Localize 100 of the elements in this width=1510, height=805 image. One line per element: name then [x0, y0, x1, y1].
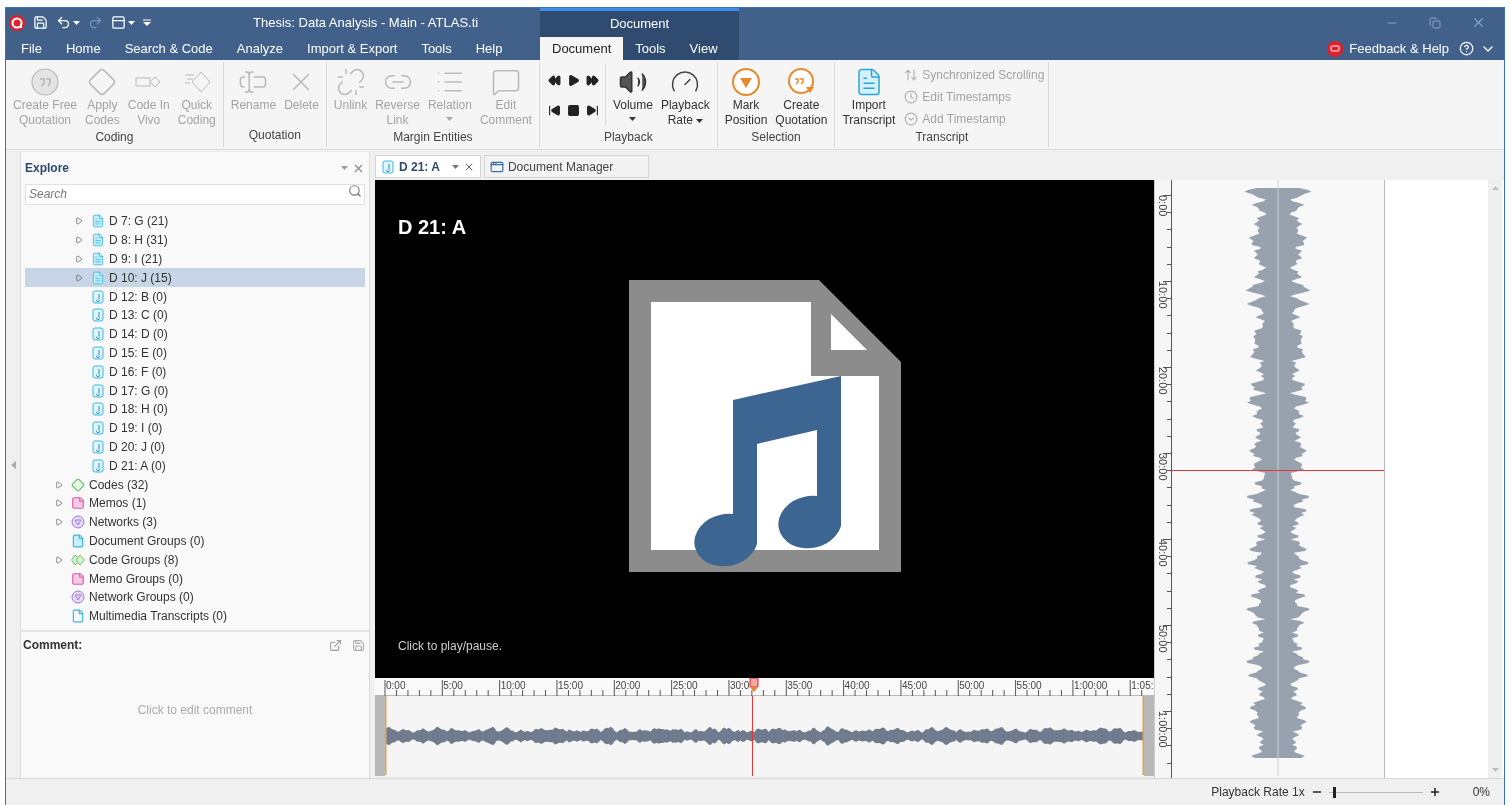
feedback-link[interactable]: Feedback & Help [1349, 38, 1449, 59]
menu-tab[interactable]: Analyze [224, 37, 296, 60]
tree-item[interactable]: D 20: J (0) [25, 437, 365, 457]
tree-item[interactable]: D 14: D (0) [25, 324, 365, 344]
tree-item[interactable]: D 16: F (0) [25, 362, 365, 382]
time-label: 1:05: [1131, 679, 1154, 693]
time-label: 10:00 [500, 679, 526, 693]
expand-icon[interactable] [75, 236, 83, 245]
time-label: 50:00 [1157, 625, 1169, 653]
editor-tab[interactable]: D 21: A [375, 155, 481, 178]
tree-item[interactable]: Networks (3) [25, 512, 365, 532]
skip-forward-icon[interactable] [585, 104, 599, 117]
redo-icon[interactable] [88, 15, 103, 30]
ribbon-button[interactable]: Mark Position [721, 64, 771, 128]
customize-icon[interactable] [143, 18, 151, 27]
tree-item[interactable]: D 13: C (0) [25, 306, 365, 325]
skip-back-icon[interactable] [547, 104, 561, 117]
search-icon[interactable] [348, 184, 362, 198]
fast-forward-icon[interactable] [585, 74, 599, 87]
caret-icon [629, 117, 637, 121]
audio-file-icon [91, 308, 105, 323]
time-label: 50:00 [959, 679, 985, 693]
audio-file-icon [91, 458, 105, 473]
window-title: Thesis: Data Analysis - Main - ATLAS.ti [253, 13, 479, 32]
play-hint: Click to play/pause. [398, 638, 504, 655]
ribbon-button[interactable]: Import Transcript [839, 64, 899, 128]
tree-item[interactable]: Code Groups (8) [25, 550, 365, 570]
quote-circle-icon [786, 67, 817, 97]
circle-chevron-icon [904, 112, 919, 126]
expand-icon[interactable] [55, 518, 63, 527]
ribbon-button[interactable]: Volume [609, 64, 656, 121]
menu-tab[interactable]: File [9, 37, 54, 60]
open-external-icon[interactable] [329, 638, 342, 652]
tree-item[interactable]: Codes (32) [25, 475, 365, 494]
slider-thumb[interactable] [1333, 786, 1337, 798]
tree-item[interactable]: Memos (1) [25, 493, 365, 513]
ribbon-button[interactable]: Playback Rate [657, 64, 713, 128]
caret-icon [696, 118, 703, 123]
tree-item[interactable]: D 10: J (15) [25, 268, 365, 288]
tree-item[interactable]: Multimedia Transcripts (0) [25, 606, 365, 626]
rewind-icon[interactable] [547, 74, 561, 87]
menu-tab[interactable]: Home [53, 37, 113, 60]
playhead-line[interactable] [751, 696, 753, 776]
expand-icon[interactable] [75, 255, 83, 263]
file-icon [71, 609, 85, 624]
tree-item[interactable]: Memo Groups (0) [25, 569, 365, 588]
undo-icon[interactable] [56, 15, 71, 30]
tree-item[interactable]: D 15: E (0) [25, 343, 365, 363]
time-label: 1:00:00 [1157, 711, 1169, 748]
time-label: 5:00 [443, 679, 463, 693]
rate-slider[interactable] [1328, 786, 1423, 798]
search-field[interactable]: Search [25, 183, 365, 205]
tree-item[interactable]: Document Groups (0) [25, 531, 365, 551]
dropdown-icon[interactable] [341, 166, 348, 170]
tree-item[interactable]: D 21: A (0) [25, 456, 365, 476]
note-icon [71, 496, 85, 511]
expand-icon[interactable] [55, 555, 63, 564]
menu-tab[interactable]: Help [463, 37, 515, 60]
playhead-line[interactable] [1172, 469, 1384, 471]
restore-icon[interactable] [1429, 16, 1441, 29]
expand-icon[interactable] [75, 217, 83, 226]
close-icon[interactable] [1471, 15, 1486, 30]
play-icon[interactable] [566, 74, 580, 87]
window-icon[interactable] [111, 15, 126, 30]
group-label: Selection [750, 129, 802, 146]
tree-item[interactable]: D 17: G (0) [25, 381, 365, 400]
tree-item[interactable]: D 18: H (0) [25, 399, 365, 419]
plus-icon[interactable] [1428, 786, 1441, 798]
feedback-icon[interactable] [1327, 40, 1344, 57]
menu-tab[interactable]: Search & Code [112, 37, 225, 60]
tree-item[interactable]: D 19: I (0) [25, 418, 365, 438]
media-player[interactable]: D 21: A Click to play/pause. [375, 180, 1154, 678]
editor-tab[interactable]: Document Manager [483, 155, 649, 178]
note-icon [71, 571, 85, 586]
group-label: Transcript [914, 129, 970, 146]
stop-icon[interactable] [566, 104, 580, 117]
speech-bubble-icon [490, 67, 521, 97]
time-label: 35:00 [787, 679, 813, 693]
expand-icon[interactable] [75, 273, 83, 282]
menu-tab[interactable]: Document [540, 37, 624, 60]
tree-item[interactable]: D 9: I (21) [25, 249, 365, 269]
playhead-marker[interactable] [748, 678, 759, 692]
help-icon[interactable] [1459, 41, 1474, 56]
tree-item[interactable]: D 8: H (31) [25, 230, 365, 250]
menu-tab[interactable]: Import & Export [295, 37, 410, 60]
tree-item[interactable]: D 7: G (21) [25, 212, 365, 231]
group-label: Coding [94, 129, 135, 146]
tree-item[interactable]: D 12: B (0) [25, 287, 365, 306]
menu-tab[interactable]: Tools [409, 37, 464, 60]
expand-icon[interactable] [55, 480, 63, 489]
caret-icon [451, 164, 459, 169]
collapse-left-icon[interactable] [10, 461, 16, 469]
group-label: Margin Entities [392, 129, 474, 146]
ribbon-button[interactable]: Create Quotation [772, 64, 831, 128]
expand-icon[interactable] [55, 499, 63, 508]
time-label: 0:00 [1157, 195, 1169, 217]
audio-file-icon [91, 421, 105, 436]
network-icon [71, 590, 85, 605]
tree-item[interactable]: Network Groups (0) [25, 587, 365, 607]
diamond-icon [71, 477, 85, 492]
